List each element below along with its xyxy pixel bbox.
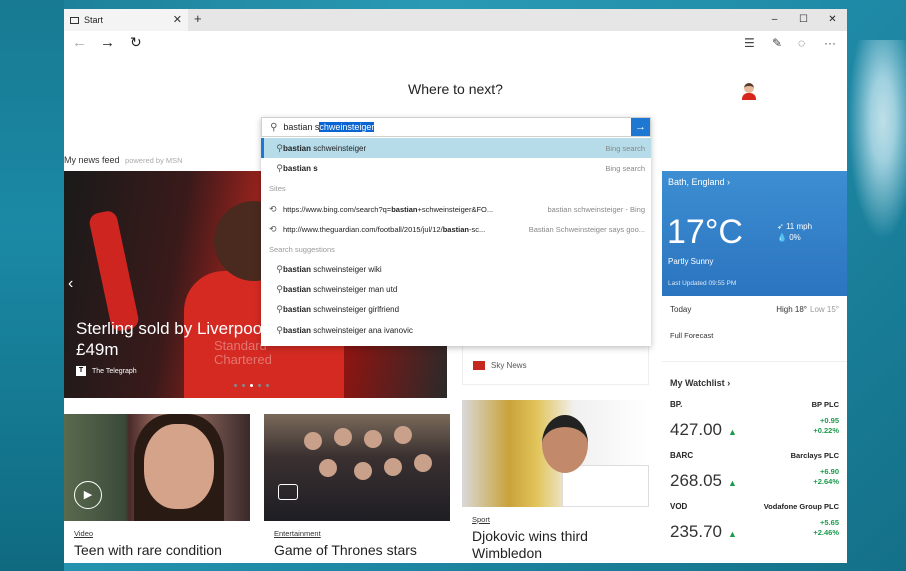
site-suggestion[interactable]: ⟲ https://www.bing.com/search?q=bastian+… — [261, 199, 651, 219]
arrow-right-icon[interactable]: → — [631, 118, 650, 136]
refresh-icon[interactable]: ↻ — [130, 34, 142, 51]
sky-news-label: Sky News — [491, 360, 527, 370]
sky-news-story[interactable]: Sky News — [462, 345, 649, 385]
tab-title: Start — [84, 15, 104, 25]
search-suggestion[interactable]: ⚲ bastian schweinsteiger wiki — [261, 259, 651, 279]
up-arrow-icon: ▲ — [728, 427, 737, 437]
window-controls: – ☐ ✕ — [760, 9, 847, 31]
search-dropdown: ⚲ bastian schweinsteiger → ⚲ bastian sch… — [261, 117, 651, 346]
tab-start[interactable]: Start ✕ — [64, 9, 188, 31]
stock-row[interactable]: BP. BP PLC 427.00 ▲ +0.95 +0.22% — [670, 400, 839, 452]
card-title[interactable]: Teen with rare condition — [74, 542, 240, 559]
avatar[interactable] — [741, 83, 757, 101]
rain-drop-icon: 💧 — [777, 233, 787, 242]
new-tab-button[interactable]: + — [194, 11, 202, 26]
powered-by-label: powered by MSN — [125, 156, 183, 165]
news-feed-header: My news feed powered by MSN — [64, 155, 183, 165]
maximize-button[interactable]: ☐ — [789, 9, 818, 31]
card-category[interactable]: Sport — [472, 515, 639, 524]
news-card-entertainment[interactable]: Entertainment Game of Thrones stars — [264, 414, 450, 563]
forward-arrow-icon[interactable]: → — [100, 34, 115, 51]
nav-bar: ← → ↻ ☰ ✎ ◌ ··· — [64, 31, 847, 57]
history-icon: ⟲ — [269, 203, 277, 214]
search-icon: ⚲ — [270, 121, 278, 133]
weather-temperature: 17°C — [667, 213, 743, 251]
card-category[interactable]: Video — [74, 529, 240, 538]
card-title[interactable]: Djokovic wins third Wimbledon — [472, 528, 639, 562]
web-note-icon[interactable]: ✎ — [772, 36, 782, 50]
card-title[interactable]: Game of Thrones stars — [274, 542, 440, 559]
close-tab-icon[interactable]: ✕ — [173, 13, 182, 26]
share-icon[interactable]: ◌ — [798, 36, 805, 50]
back-arrow-icon[interactable]: ← — [72, 34, 87, 51]
hero-image-arm — [87, 209, 141, 333]
weather-location[interactable]: Bath, England › — [668, 177, 730, 187]
search-input[interactable]: ⚲ bastian schweinsteiger → — [261, 117, 651, 137]
hero-headline[interactable]: Sterling sold by Liverpool £49m — [76, 318, 266, 360]
telegraph-logo-icon: T — [76, 366, 86, 376]
camera-icon[interactable] — [278, 484, 298, 500]
search-suggestion[interactable]: ⚲ bastian schweinsteiger man utd — [261, 279, 651, 299]
search-suggestion[interactable]: ⚲ bastian schweinsteiger ana ivanovic — [261, 320, 651, 340]
watchlist-title[interactable]: My Watchlist › — [670, 378, 730, 388]
up-arrow-icon: ▲ — [728, 529, 737, 539]
card-image — [264, 414, 450, 521]
desktop-background-left — [0, 0, 64, 571]
hub-icon[interactable]: ☰ — [744, 36, 755, 50]
minimize-button[interactable]: – — [760, 9, 789, 31]
news-card-sport[interactable]: Sport Djokovic wins third Wimbledon — [462, 400, 649, 563]
history-icon: ⟲ — [269, 223, 277, 234]
wind-icon: ➶ — [777, 222, 784, 231]
search-suggestions-label: Search suggestions — [269, 245, 335, 254]
tab-page-icon — [70, 16, 79, 24]
more-icon[interactable]: ··· — [824, 36, 836, 50]
weather-condition: Partly Sunny — [668, 257, 714, 266]
page-title: Where to next? — [408, 81, 503, 97]
play-icon[interactable]: ▶ — [74, 481, 102, 509]
news-card-video[interactable]: ▶ Video Teen with rare condition — [64, 414, 250, 563]
carousel-dots[interactable] — [234, 384, 269, 387]
stock-row[interactable]: BARC Barclays PLC 268.05 ▲ +6.90 +2.64% — [670, 451, 839, 503]
news-feed-label: My news feed — [64, 155, 120, 165]
card-image — [462, 400, 649, 507]
search-icon: ⚲ — [276, 263, 283, 274]
title-bar: Start ✕ + – ☐ ✕ — [64, 9, 847, 31]
forecast-today: Today High 18° Low 15° — [670, 305, 839, 314]
search-icon: ⚲ — [276, 162, 283, 173]
search-icon: ⚲ — [276, 303, 283, 314]
watchlist-widget: My Watchlist › BP. BP PLC 427.00 ▲ +0.95 +… — [662, 361, 847, 563]
up-arrow-icon: ▲ — [728, 478, 737, 488]
hero-source: T The Telegraph — [76, 366, 137, 376]
weather-updated: Last Updated 09:55 PM — [668, 280, 737, 287]
sites-section-label: Sites — [269, 184, 286, 193]
suggestion-item[interactable]: ⚲ bastian schweinsteiger Bing search — [261, 138, 651, 158]
search-icon: ⚲ — [276, 324, 283, 335]
site-suggestion[interactable]: ⟲ http://www.theguardian.com/football/20… — [261, 219, 651, 239]
search-icon: ⚲ — [276, 142, 283, 153]
weather-details: ➶ 11 mph 💧 0% — [777, 222, 813, 242]
search-icon: ⚲ — [276, 283, 283, 294]
browser-window: Start ✕ + – ☐ ✕ ← → ↻ ☰ ✎ ◌ ··· Where to… — [64, 9, 847, 563]
full-forecast-link[interactable]: Full Forecast — [670, 331, 713, 340]
carousel-prev-icon[interactable]: ‹ — [68, 275, 73, 293]
suggestion-item[interactable]: ⚲ bastian s Bing search — [261, 158, 651, 178]
desktop-wave — [848, 40, 906, 240]
card-category[interactable]: Entertainment — [274, 529, 440, 538]
search-suggestion[interactable]: ⚲ bastian schweinsteiger girlfriend — [261, 299, 651, 319]
close-window-button[interactable]: ✕ — [818, 9, 847, 31]
card-image: ▶ — [64, 414, 250, 521]
weather-widget[interactable]: Bath, England › 17°C ➶ 11 mph 💧 0% Partl… — [662, 171, 847, 296]
stock-row[interactable]: VOD Vodafone Group PLC 235.70 ▲ +5.65 +2.4… — [670, 502, 839, 554]
sky-news-logo-icon — [473, 360, 485, 370]
